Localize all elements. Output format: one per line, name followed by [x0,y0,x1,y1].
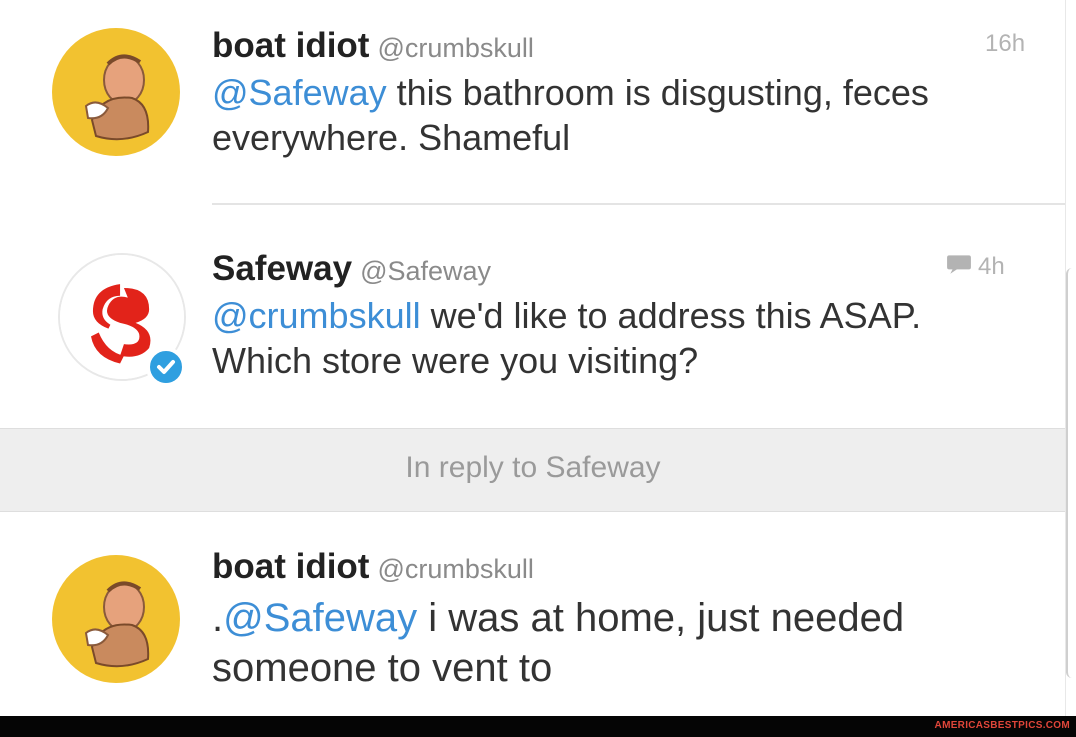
tweet-text: .@Safeway i was at home, just needed som… [212,593,972,693]
user-handle[interactable]: @crumbskull [377,554,533,584]
mention-link[interactable]: @Safeway [223,596,417,640]
tweet-3[interactable]: boat idiot @crumbskull .@Safeway i was at… [0,511,1066,716]
reply-context-label: In reply to Safeway [405,451,661,484]
conversation-icon[interactable] [946,253,972,282]
verified-badge-icon [146,347,186,387]
user-handle[interactable]: @Safeway [360,256,491,286]
footer-bar: AMERICASBESTPICS.COM [0,716,1076,737]
display-name[interactable]: boat idiot [212,26,369,65]
reply-context-bar[interactable]: In reply to Safeway [0,428,1066,512]
mention-link[interactable]: @crumbskull [212,295,421,336]
watermark: AMERICASBESTPICS.COM [934,720,1070,731]
tweet-text: @Safeway this bathroom is disgusting, fe… [212,70,972,160]
avatar[interactable] [52,555,180,683]
tweet-text: @crumbskull we'd like to address this AS… [212,293,972,383]
avatar[interactable] [52,28,180,156]
cartoon-character-avatar-icon [52,555,180,683]
timestamp: 4h [946,253,1005,282]
display-name[interactable]: boat idiot [212,547,369,586]
timestamp: 16h [985,30,1026,57]
display-name[interactable]: Safeway [212,249,352,288]
timestamp-text: 4h [978,253,1005,280]
avatar[interactable] [58,253,186,387]
mention-prefix: . [212,596,224,640]
tweet-2[interactable]: Safeway @Safeway 4h @crumbskull we'd like… [0,205,1066,427]
scrollbar[interactable] [1066,268,1072,678]
tweet-1[interactable]: boat idiot @crumbskull 16h @Safeway this … [0,0,1066,205]
user-handle[interactable]: @crumbskull [377,33,533,63]
mention-link[interactable]: @Safeway [212,72,387,113]
cartoon-character-avatar-icon [52,28,180,156]
